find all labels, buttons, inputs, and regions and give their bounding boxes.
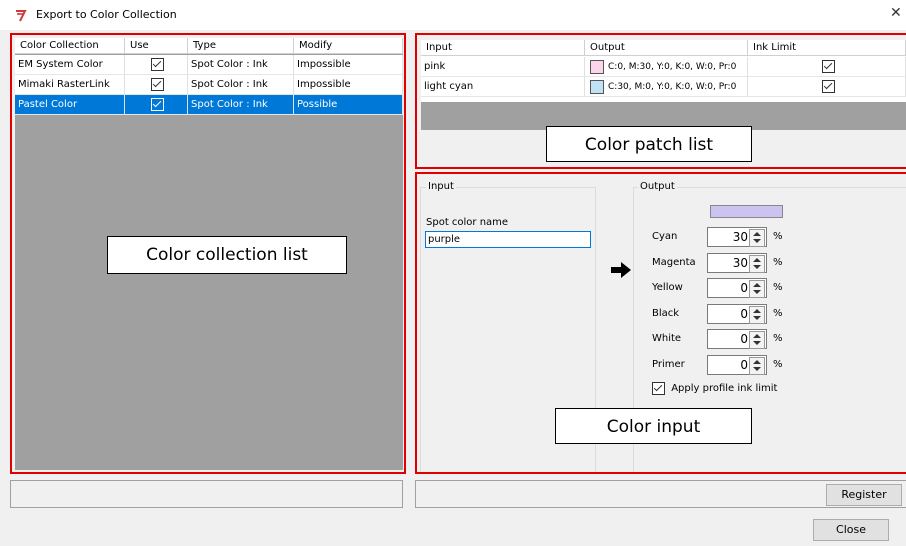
window-title: Export to Color Collection: [36, 8, 177, 21]
color-input-annotation: Color input: [555, 408, 752, 444]
title-bar: Export to Color Collection ✕: [0, 0, 906, 30]
close-button[interactable]: Close: [813, 519, 889, 541]
app-icon: [16, 10, 27, 22]
close-window-icon[interactable]: ✕: [890, 5, 902, 21]
patch-list-annotation: Color patch list: [546, 126, 752, 162]
left-status-box: [10, 480, 403, 508]
collection-list-annotation: Color collection list: [107, 236, 347, 274]
register-button[interactable]: Register: [826, 484, 902, 506]
